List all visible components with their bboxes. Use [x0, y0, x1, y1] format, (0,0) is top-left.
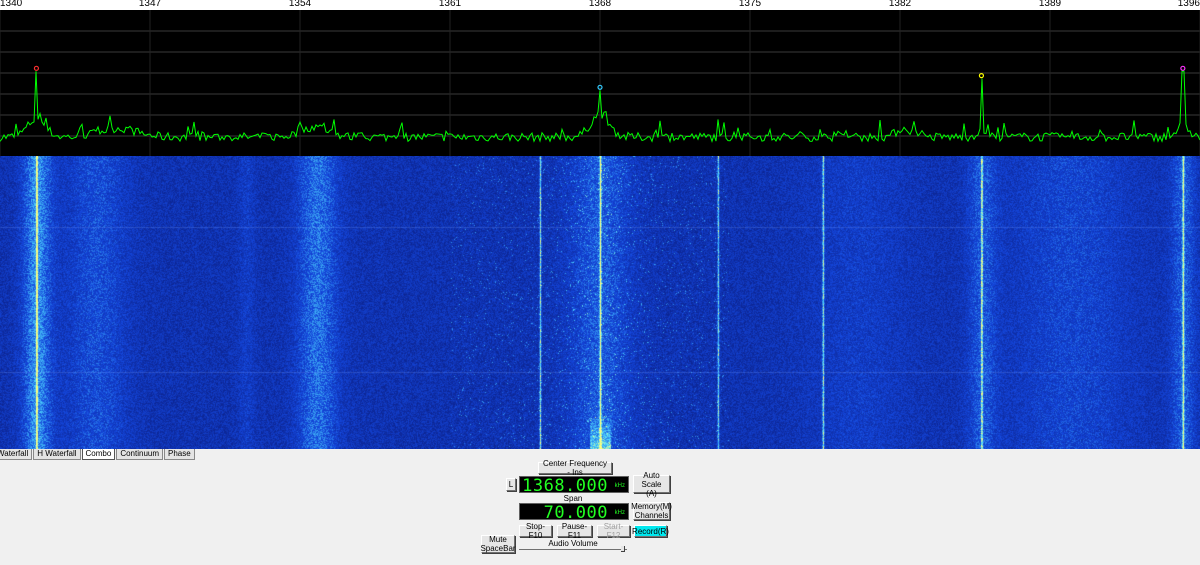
waterfall-canvas: [0, 156, 1200, 449]
peak-marker: [1180, 65, 1186, 71]
freq-tick-label: 1382: [888, 0, 912, 9]
span-value: 70.000: [543, 503, 608, 523]
tab-continuum[interactable]: Continuum: [116, 449, 164, 460]
center-frequency-value: 1368.000: [522, 476, 608, 496]
mute-label-line2: SpaceBar: [480, 544, 516, 553]
tab-h-waterfall[interactable]: H Waterfall: [33, 449, 81, 460]
freq-tick-label: 1347: [138, 0, 162, 9]
view-tab-bar: Waterfall H Waterfall Combo Continuum Phase: [0, 449, 196, 461]
center-frequency-unit: kHz: [614, 483, 625, 489]
memory-label-line2: Channels: [634, 511, 669, 520]
freq-tick-label: 1396: [1177, 0, 1200, 9]
freq-tick-label: 1354: [288, 0, 312, 9]
l-button-label: L: [508, 480, 514, 489]
center-frequency-button[interactable]: Center Frequency - Ins: [538, 459, 612, 477]
audio-volume-track[interactable]: [519, 549, 627, 550]
freq-tick-label: 1361: [438, 0, 462, 9]
freq-tick-label: 1389: [1038, 0, 1062, 9]
center-frequency-label: Center Frequency - Ins: [542, 459, 608, 477]
span-label: Span: [563, 494, 583, 503]
start-label: Start-F12: [603, 522, 624, 540]
memory-label-line1: Memory(M): [631, 502, 672, 511]
freq-tick-label: 1340: [0, 0, 23, 9]
tab-combo[interactable]: Combo: [81, 449, 116, 460]
record-button[interactable]: Record(R): [632, 525, 669, 537]
mute-label-line1: Mute: [489, 535, 507, 544]
auto-scale-label-line2: (A): [646, 488, 657, 498]
waterfall-display[interactable]: [0, 156, 1200, 449]
audio-volume-label: Audio Volume: [548, 539, 598, 548]
audio-volume-thumb[interactable]: [620, 546, 625, 552]
l-button[interactable]: L: [506, 478, 516, 491]
freq-tick-label: 1368: [588, 0, 612, 9]
spectrum-plot: [0, 10, 1200, 156]
stop-label: Stop-F10: [525, 522, 546, 540]
record-label: Record(R): [632, 526, 669, 536]
peak-marker: [978, 73, 985, 79]
mute-button[interactable]: Mute SpaceBar: [480, 535, 516, 553]
span-unit: kHz: [614, 510, 625, 516]
pause-button[interactable]: Pause-F11: [557, 522, 592, 540]
tab-phase[interactable]: Phase: [164, 449, 195, 460]
peak-marker: [33, 65, 40, 71]
stop-button[interactable]: Stop-F10: [519, 522, 552, 540]
pause-label: Pause-F11: [561, 522, 588, 540]
start-button[interactable]: Start-F12: [597, 522, 630, 540]
frequency-axis: 1340 1347 1354 1361 1368 1375 1382 1389 1396: [0, 0, 1200, 10]
auto-scale-button[interactable]: Auto Scale (A): [633, 471, 670, 498]
tab-waterfall[interactable]: Waterfall: [0, 449, 33, 460]
auto-scale-label-line1: Auto Scale: [641, 470, 662, 489]
span-display[interactable]: 70.000 kHz: [519, 503, 629, 523]
center-frequency-display[interactable]: 1368.000 kHz: [519, 476, 629, 496]
memory-channels-button[interactable]: Memory(M) Channels: [631, 502, 672, 520]
spectrum-display[interactable]: [0, 10, 1200, 156]
freq-tick-label: 1375: [738, 0, 762, 9]
